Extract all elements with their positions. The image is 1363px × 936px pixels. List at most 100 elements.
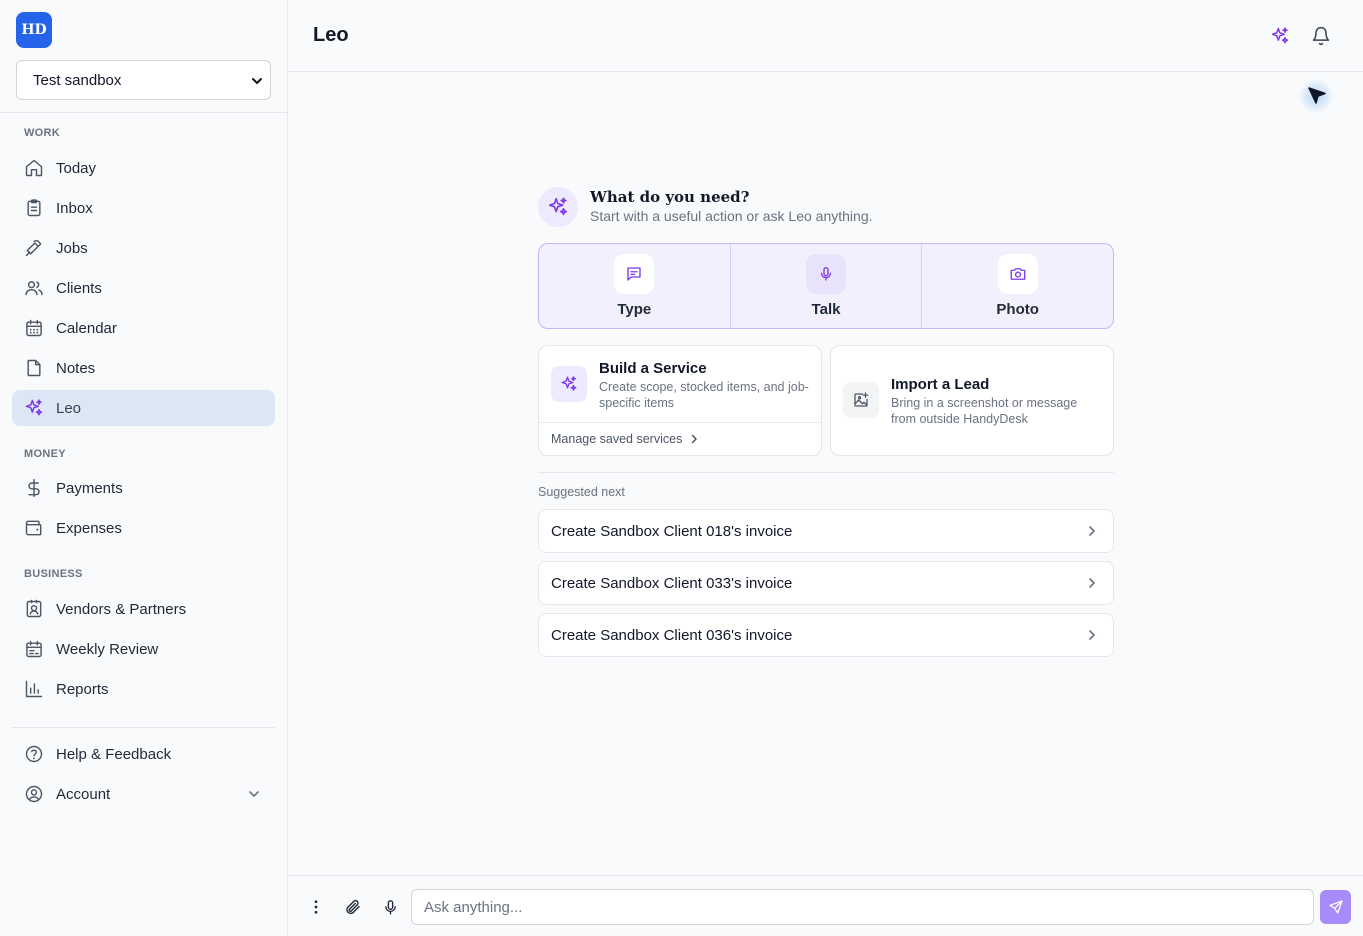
sidebar-item-vendors[interactable]: Vendors & Partners xyxy=(12,591,275,627)
intro-title: What do you need? xyxy=(590,188,750,206)
leo-intro: What do you need? Start with a useful ac… xyxy=(538,187,1114,227)
sidebar-item-label: Expenses xyxy=(56,519,122,537)
sidebar-item-leo[interactable]: Leo xyxy=(12,390,275,426)
build-service-card[interactable]: Build a Service Create scope, stocked it… xyxy=(538,345,822,456)
sidebar-item-clients[interactable]: Clients xyxy=(12,270,275,306)
wallet-icon xyxy=(24,518,44,538)
bell-icon xyxy=(1312,26,1330,46)
chevron-right-icon xyxy=(1089,526,1095,536)
workspace-select-value: Test sandbox xyxy=(33,71,122,89)
chevron-down-icon xyxy=(252,78,262,84)
leo-sparkles-button[interactable] xyxy=(1268,24,1292,48)
bar-chart-icon xyxy=(24,679,44,699)
clipboard-list-icon xyxy=(24,198,44,218)
sparkles-icon xyxy=(24,398,44,418)
import-lead-card[interactable]: Import a Lead Bring in a screenshot or m… xyxy=(830,345,1114,456)
dollar-icon xyxy=(24,478,44,498)
contact-card-icon xyxy=(24,599,44,619)
sidebar-item-help[interactable]: Help & Feedback xyxy=(12,736,275,772)
chat-composer: Ask anything... xyxy=(288,875,1363,936)
section-label-money: MONEY xyxy=(24,448,66,460)
send-button[interactable] xyxy=(1320,890,1351,924)
sidebar-item-label: Leo xyxy=(56,399,82,417)
chevron-right-icon xyxy=(692,434,698,444)
sparkles-icon xyxy=(538,187,578,227)
suggestion-item[interactable]: Create Sandbox Client 018's invoice xyxy=(538,509,1114,553)
sidebar-item-label: Calendar xyxy=(56,319,117,337)
mouse-cursor xyxy=(1298,78,1334,114)
mode-talk-button[interactable]: Talk xyxy=(731,244,923,328)
sidebar: HD Test sandbox WORK Today Inbox Jobs Cl… xyxy=(0,0,288,936)
card-title: Build a Service xyxy=(599,360,707,377)
card-title: Import a Lead xyxy=(891,376,990,393)
mode-type-button[interactable]: Type xyxy=(539,244,731,328)
card-description: Create scope, stocked items, and job-spe… xyxy=(599,380,809,410)
voice-input-button[interactable] xyxy=(379,896,401,918)
suggested-next-label: Suggested next xyxy=(538,485,625,499)
sidebar-item-label: Inbox xyxy=(56,199,93,217)
ask-input-placeholder: Ask anything... xyxy=(424,898,523,916)
sidebar-item-weekly-review[interactable]: Weekly Review xyxy=(12,631,275,667)
notifications-button[interactable] xyxy=(1309,24,1333,48)
suggestion-label: Create Sandbox Client 018's invoice xyxy=(551,522,793,540)
sidebar-divider xyxy=(12,727,275,728)
sidebar-item-inbox[interactable]: Inbox xyxy=(12,190,275,226)
home-icon xyxy=(24,158,44,178)
section-label-work: WORK xyxy=(24,127,61,139)
suggestion-item[interactable]: Create Sandbox Client 033's invoice xyxy=(538,561,1114,605)
sparkles-icon xyxy=(1271,27,1289,44)
manage-saved-services-link[interactable]: Manage saved services xyxy=(539,422,821,455)
page-title: Leo xyxy=(313,24,349,46)
suggestion-label: Create Sandbox Client 033's invoice xyxy=(551,574,793,592)
hammer-icon xyxy=(24,238,44,258)
sidebar-item-label: Reports xyxy=(56,680,109,698)
sidebar-item-label: Account xyxy=(56,785,111,803)
file-icon xyxy=(24,358,44,378)
sidebar-item-label: Notes xyxy=(56,359,96,377)
sidebar-item-label: Vendors & Partners xyxy=(56,600,187,618)
mode-label: Talk xyxy=(811,301,841,318)
sidebar-item-reports[interactable]: Reports xyxy=(12,671,275,707)
chevron-right-icon xyxy=(1089,630,1095,640)
more-vertical-icon xyxy=(314,900,318,914)
section-label-business: BUSINESS xyxy=(24,568,83,580)
chevron-down-icon[interactable] xyxy=(247,787,261,801)
sidebar-item-jobs[interactable]: Jobs xyxy=(12,230,275,266)
card-description: Bring in a screenshot or message from ou… xyxy=(891,396,1078,426)
suggestion-item[interactable]: Create Sandbox Client 036's invoice xyxy=(538,613,1114,657)
calendar-range-icon xyxy=(24,639,44,659)
workspace-select[interactable]: Test sandbox xyxy=(16,60,271,100)
intro-subtitle: Start with a useful action or ask Leo an… xyxy=(590,208,873,224)
users-icon xyxy=(24,278,44,298)
sidebar-item-label: Payments xyxy=(56,479,123,497)
suggestion-label: Create Sandbox Client 036's invoice xyxy=(551,626,793,644)
sidebar-item-payments[interactable]: Payments xyxy=(12,470,275,506)
user-circle-icon xyxy=(24,784,44,804)
sidebar-item-notes[interactable]: Notes xyxy=(12,350,275,386)
image-plus-icon xyxy=(843,382,879,418)
cursor-arrow-icon xyxy=(1308,87,1326,104)
page-header: Leo xyxy=(288,0,1363,72)
send-icon xyxy=(1328,900,1343,914)
mode-photo-button[interactable]: Photo xyxy=(922,244,1113,328)
mode-label: Type xyxy=(617,301,652,318)
microphone-icon xyxy=(806,254,846,294)
mode-label: Photo xyxy=(996,301,1039,318)
calendar-icon xyxy=(24,318,44,338)
sidebar-item-label: Today xyxy=(56,159,97,177)
sidebar-item-label: Weekly Review xyxy=(56,640,159,658)
sidebar-item-account[interactable]: Account xyxy=(12,776,275,812)
manage-saved-services-label: Manage saved services xyxy=(551,432,683,446)
ask-input[interactable]: Ask anything... xyxy=(411,889,1314,925)
more-options-button[interactable] xyxy=(305,896,327,918)
sidebar-item-today[interactable]: Today xyxy=(12,150,275,186)
message-square-icon xyxy=(614,254,655,294)
sidebar-divider xyxy=(0,112,287,113)
sidebar-item-label: Clients xyxy=(56,279,102,297)
paperclip-icon xyxy=(346,900,360,915)
app-logo[interactable]: HD xyxy=(16,12,52,48)
attach-button[interactable] xyxy=(342,896,364,918)
sidebar-item-calendar[interactable]: Calendar xyxy=(12,310,275,346)
sidebar-item-expenses[interactable]: Expenses xyxy=(12,510,275,546)
sidebar-item-label: Help & Feedback xyxy=(56,745,172,763)
